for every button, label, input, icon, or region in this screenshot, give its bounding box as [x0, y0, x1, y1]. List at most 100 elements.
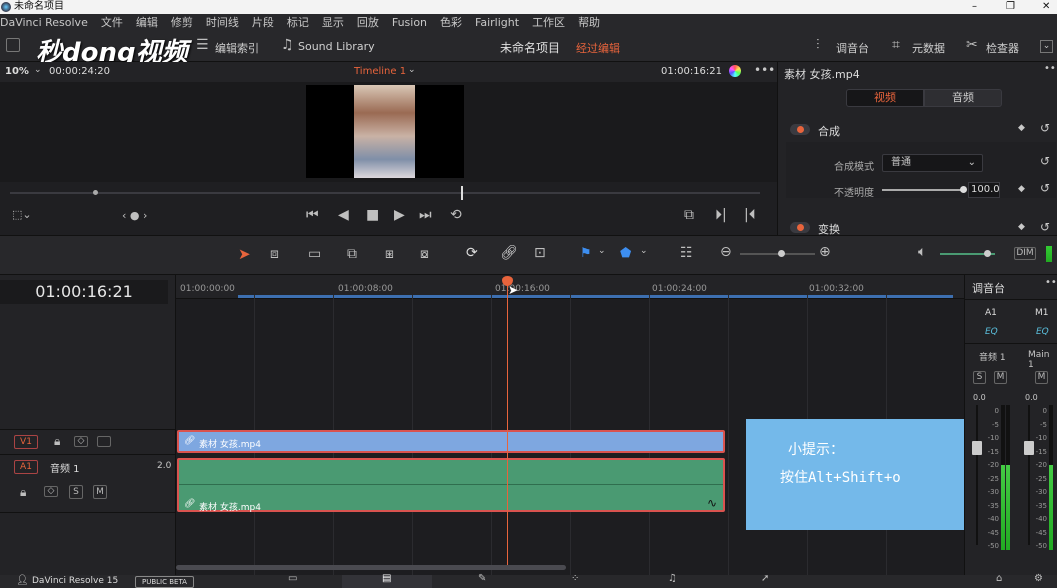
viewer-options-icon[interactable]: ⬚⌄ — [12, 208, 32, 221]
scrubber-handle[interactable] — [93, 190, 98, 195]
marker-icon[interactable]: ⬟ — [620, 246, 631, 261]
audio-clip[interactable]: 🔗︎ 素材 女孩.mp4 ∿ — [177, 458, 725, 513]
more-options-icon[interactable]: •• — [1045, 277, 1057, 288]
timeline-name-select[interactable]: Timeline 1 — [354, 66, 406, 77]
scrubber-track[interactable] — [10, 192, 760, 194]
media-page-icon[interactable]: ▭ — [288, 573, 297, 584]
reset-icon[interactable]: ↺ — [1040, 154, 1050, 168]
speaker-icon[interactable]: 🔈︎ — [918, 244, 926, 260]
composite-mode-select[interactable]: 普通 ⌄ — [882, 154, 983, 172]
menu-davinci[interactable]: DaVinci Resolve — [0, 16, 88, 29]
match-frame-icon[interactable]: ⧉ — [684, 207, 694, 223]
menu-workspace[interactable]: 工作区 — [532, 16, 565, 29]
go-to-start-icon[interactable]: ⏮ — [306, 207, 319, 223]
menu-playback[interactable]: 回放 — [357, 16, 379, 29]
a1-track-label[interactable]: A1 — [14, 460, 38, 474]
zoom-in-icon[interactable]: ⊕ — [819, 244, 831, 260]
expand-panel-icon[interactable]: ⌄ — [1040, 40, 1053, 53]
auto-select-icon[interactable]: ◇ — [74, 436, 88, 447]
blade-tool-icon[interactable]: ▭ — [308, 246, 321, 262]
v1-track-label[interactable]: V1 — [14, 435, 38, 449]
snapping-icon[interactable]: ⟳ — [466, 245, 478, 261]
fader-track[interactable] — [1028, 405, 1030, 545]
track-visibility-icon[interactable] — [97, 436, 111, 447]
volume-slider[interactable] — [940, 250, 995, 257]
opacity-value-field[interactable]: 100.0 — [968, 182, 1000, 198]
fader-track[interactable] — [976, 405, 978, 545]
loop-icon[interactable]: ⟲ — [450, 207, 462, 223]
menu-mark[interactable]: 标记 — [287, 16, 309, 29]
mixer-button[interactable]: 调音台 — [836, 40, 869, 56]
fader-handle[interactable] — [972, 441, 982, 455]
dim-button[interactable]: DIM — [1014, 247, 1036, 260]
timeline-view-icon[interactable]: ☷ — [680, 245, 693, 261]
reset-icon[interactable]: ↺ — [1040, 121, 1050, 135]
lock-icon[interactable]: 🔒︎ — [54, 434, 60, 449]
insert-clip-icon[interactable]: ⧉ — [347, 246, 357, 262]
solo-button[interactable]: S — [69, 485, 83, 499]
menu-clip[interactable]: 片段 — [252, 16, 274, 29]
tab-audio[interactable]: 音频 — [924, 89, 1002, 107]
metadata-button[interactable]: 元数据 — [912, 40, 945, 56]
lock-icon[interactable]: 🔒︎ — [20, 485, 26, 500]
replace-clip-icon[interactable]: ⧇ — [420, 246, 429, 262]
color-wheel-icon[interactable] — [729, 65, 741, 77]
mute-button[interactable]: M — [994, 371, 1007, 384]
scrubber-playhead[interactable] — [461, 186, 463, 200]
play-icon[interactable]: ▶ — [394, 207, 405, 223]
opacity-slider[interactable] — [882, 186, 967, 193]
home-icon[interactable]: ⌂ — [996, 573, 1002, 584]
menu-color[interactable]: 色彩 — [440, 16, 462, 29]
settings-gear-icon[interactable]: ⚙ — [1034, 573, 1043, 584]
menu-view[interactable]: 显示 — [322, 16, 344, 29]
chevron-down-icon[interactable]: ⌄ — [598, 246, 606, 256]
menu-help[interactable]: 帮助 — [578, 16, 600, 29]
close-button[interactable]: ✕ — [1042, 0, 1050, 14]
keyframe-icon[interactable]: ◆ — [1018, 184, 1025, 194]
keyframe-icon[interactable]: ◆ — [1018, 222, 1025, 232]
chevron-down-icon[interactable]: ⌄ — [34, 65, 42, 75]
zoom-slider[interactable] — [740, 250, 815, 257]
link-icon[interactable]: 🔗︎ — [500, 245, 518, 261]
trim-tool-icon[interactable]: ⧈ — [270, 246, 279, 262]
video-clip[interactable]: 🔗︎ 素材 女孩.mp4 — [177, 430, 725, 453]
inspector-button[interactable]: 检查器 — [986, 40, 1019, 56]
jog-control-icon[interactable]: ‹ ● › — [122, 209, 147, 222]
eq-button[interactable]: EQ — [1036, 327, 1049, 337]
color-page-icon[interactable]: ⁘ — [571, 573, 579, 584]
timeline-area[interactable]: 01:00:00:00 01:00:08:00 01:00:16:00 01:0… — [176, 275, 968, 575]
maximize-button[interactable]: ❐ — [1006, 0, 1015, 14]
solo-button[interactable]: S — [973, 371, 986, 384]
fade-handle-icon[interactable]: ∿ — [707, 496, 717, 510]
mute-button[interactable]: M — [93, 485, 107, 499]
menu-trim[interactable]: 修剪 — [171, 16, 193, 29]
fusion-page-icon[interactable]: ✎ — [478, 573, 486, 584]
reset-icon[interactable]: ↺ — [1040, 181, 1050, 195]
next-edit-icon[interactable]: ⏵| — [715, 207, 727, 223]
deliver-page-icon[interactable]: ➚ — [761, 573, 769, 584]
transform-enable-toggle[interactable] — [790, 222, 810, 233]
more-options-icon[interactable]: ••• — [754, 63, 775, 77]
play-reverse-icon[interactable]: ◀ — [338, 207, 349, 223]
mute-button[interactable]: M — [1035, 371, 1048, 384]
a1-track-name[interactable]: 音频 1 — [50, 460, 80, 475]
reset-icon[interactable]: ↺ — [1040, 220, 1050, 234]
go-to-end-icon[interactable]: ⏭ — [419, 207, 432, 223]
auto-select-icon[interactable]: ◇ — [44, 486, 58, 497]
menu-fusion[interactable]: Fusion — [392, 16, 427, 29]
menu-fairlight[interactable]: Fairlight — [475, 16, 519, 29]
edit-index-button[interactable]: 编辑索引 — [215, 40, 259, 56]
prev-edit-icon[interactable]: |⏴ — [744, 207, 756, 223]
more-options-icon[interactable]: •• — [1044, 63, 1056, 74]
chevron-down-icon[interactable]: ⌄ — [640, 246, 648, 256]
panel-toggle-icon[interactable] — [6, 38, 20, 52]
edit-page-tab[interactable]: ▤ — [342, 573, 432, 588]
playhead-line[interactable] — [507, 279, 508, 569]
composite-enable-toggle[interactable] — [790, 124, 810, 135]
zoom-out-icon[interactable]: ⊖ — [720, 244, 732, 260]
menu-edit[interactable]: 编辑 — [136, 16, 158, 29]
eq-button[interactable]: EQ — [985, 327, 998, 337]
zoom-select[interactable]: 10% — [5, 66, 29, 77]
keyframe-icon[interactable]: ◆ — [1018, 123, 1025, 133]
menu-timeline[interactable]: 时间线 — [206, 16, 239, 29]
